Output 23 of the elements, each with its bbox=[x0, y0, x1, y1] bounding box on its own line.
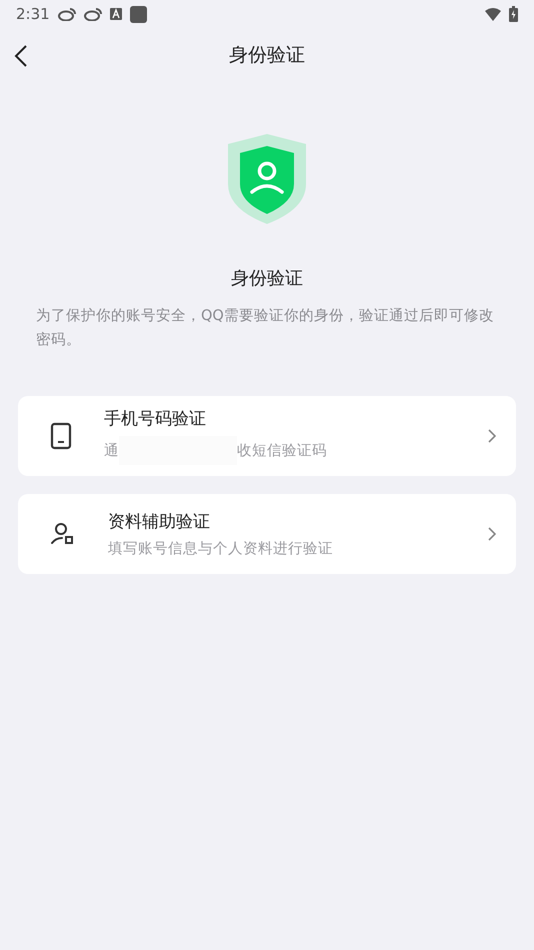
weibo-icon bbox=[58, 7, 76, 21]
hero-title: 身份验证 bbox=[231, 267, 303, 290]
person-icon bbox=[50, 522, 76, 546]
status-time: 2:31 bbox=[16, 5, 50, 23]
back-icon bbox=[14, 44, 28, 68]
battery-icon bbox=[509, 6, 518, 22]
option-subtitle: 通 bbox=[104, 442, 119, 460]
option-title: 手机号码验证 bbox=[104, 408, 207, 430]
page-title: 身份验证 bbox=[229, 43, 305, 68]
option-subtitle: 收短信验证码 bbox=[237, 442, 327, 460]
verification-option[interactable]: 资料辅助验证 填写账号信息与个人资料进行验证 bbox=[18, 494, 516, 574]
phone-icon bbox=[50, 422, 72, 450]
description: 为了保护你的账号安全，QQ需要验证你的身份，验证通过后即可修改密码。 bbox=[36, 306, 495, 350]
verification-option[interactable]: 手机号码验证 通 收短信验证码 bbox=[18, 396, 516, 476]
weibo-icon bbox=[84, 7, 102, 21]
chevron-icon bbox=[488, 527, 496, 541]
shield-icon bbox=[227, 134, 307, 224]
wifi-icon bbox=[485, 8, 501, 20]
option-title: 资料辅助验证 bbox=[108, 511, 211, 533]
option-subtitle: 填写账号信息与个人资料进行验证 bbox=[108, 540, 333, 558]
keyboard-icon bbox=[110, 8, 122, 20]
chevron-icon bbox=[488, 429, 496, 443]
app-icon bbox=[130, 6, 147, 22]
